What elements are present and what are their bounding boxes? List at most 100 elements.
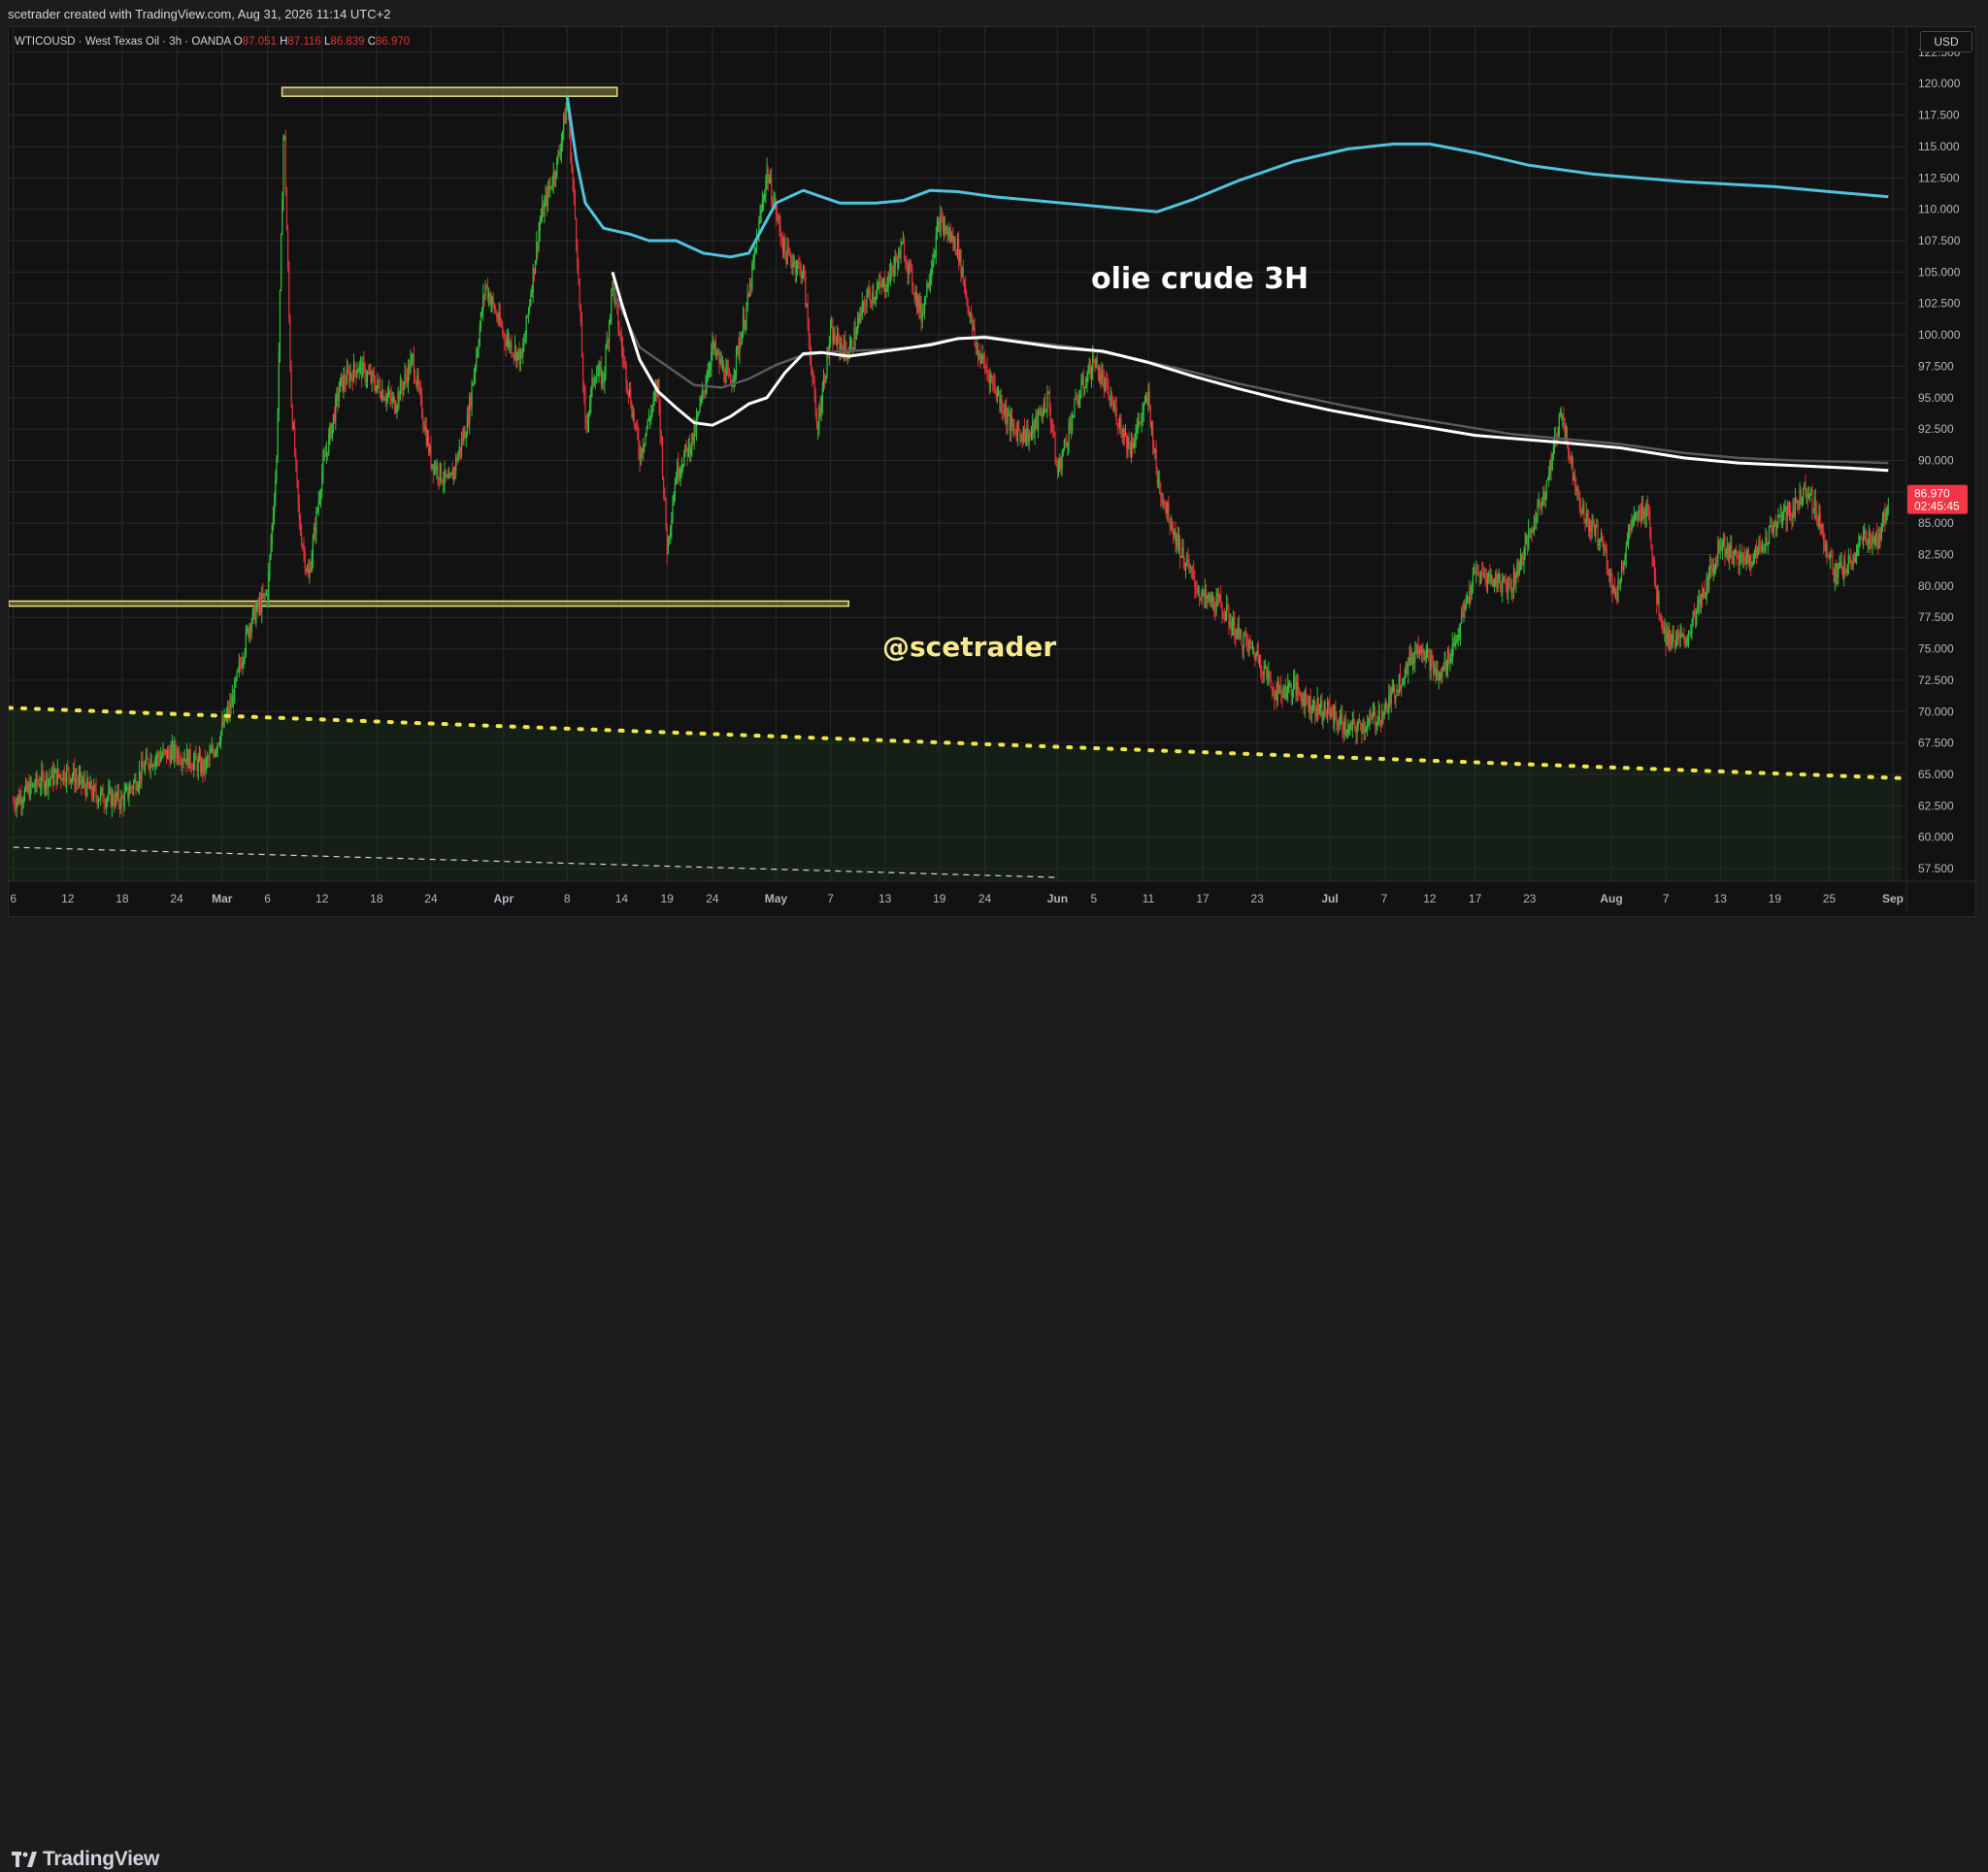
candle-body-up (1463, 605, 1465, 617)
candle-body-up (928, 282, 930, 288)
candle-body-down (785, 252, 787, 264)
candle-body-down (432, 464, 434, 474)
candle-body-up (1626, 539, 1628, 546)
candle-body-up (745, 321, 746, 330)
candle-body-up (478, 344, 480, 351)
candle-body-up (894, 256, 896, 266)
tradingview-logo[interactable]: TradingView (12, 1848, 159, 1871)
candle-body-down (788, 252, 791, 254)
candle-body-down (537, 242, 539, 248)
candle-body-down (1175, 529, 1176, 545)
candle-body-up (716, 353, 718, 355)
candle-body-down (660, 435, 662, 442)
candle-body-down (668, 536, 671, 538)
candle-body-up (1443, 661, 1445, 671)
candle-body-up (1713, 567, 1715, 569)
candle-body-down (1270, 678, 1272, 688)
candle-body-up (1289, 683, 1291, 685)
candle-body-down (603, 373, 605, 383)
candle-body-up (1749, 555, 1751, 562)
candle-body-down (266, 592, 269, 600)
candle-body-down (1647, 509, 1650, 512)
candle-body-up (144, 763, 146, 772)
candle-body-down (600, 366, 602, 385)
candle-body-up (272, 513, 275, 526)
candle-body-up (1582, 505, 1584, 514)
candle-body-down (1618, 580, 1620, 584)
candle-body-down (330, 425, 332, 438)
candle-body-down (727, 369, 729, 374)
candle-body-down (178, 750, 180, 762)
y-tick-label: 120.000 (1918, 77, 1961, 90)
candle-body-down (1603, 540, 1605, 548)
y-tick-label: 112.500 (1918, 171, 1960, 184)
candle-body-up (748, 282, 751, 297)
candle-body-up (126, 786, 128, 789)
candle-body-down (1508, 582, 1510, 584)
candle-body-up (552, 171, 554, 185)
candle-body-down (993, 382, 995, 384)
price-chart[interactable]: 57.50060.00062.50065.00067.50070.00072.5… (9, 27, 1975, 916)
x-tick-label: 19 (1769, 892, 1782, 905)
candle-body-down (42, 771, 44, 775)
candle-body-up (1275, 691, 1276, 701)
candle-body-up (137, 784, 139, 789)
candle-body-down (832, 326, 834, 345)
candle-body-up (1807, 494, 1810, 499)
candle-body-down (1152, 422, 1154, 448)
candle-body-up (683, 454, 685, 467)
candle-body-down (440, 463, 443, 481)
candle-body-up (1439, 673, 1441, 679)
candle-body-down (907, 264, 909, 275)
candle-body-up (1347, 726, 1349, 733)
candle-body-down (1828, 555, 1831, 559)
candle-body-down (1474, 573, 1476, 575)
candle-body-up (908, 262, 910, 275)
candle-body-up (449, 475, 451, 476)
candle-body-up (274, 501, 276, 514)
candle-body-up (1873, 538, 1875, 543)
candle-body-up (1012, 424, 1014, 426)
candle-body-down (1193, 570, 1195, 579)
candle-body-up (1330, 709, 1332, 717)
candle-body-up (1857, 546, 1859, 556)
candle-body-down (1290, 683, 1292, 696)
candle-body-down (1064, 440, 1067, 443)
candle-body-up (444, 469, 446, 482)
x-tick-label: 18 (116, 892, 129, 905)
candle-body-up (671, 519, 673, 528)
candle-body-down (634, 423, 637, 425)
candle-body-up (174, 743, 176, 759)
candle-body-up (50, 769, 53, 778)
x-tick-label: 12 (61, 892, 75, 905)
candle-body-up (849, 339, 852, 346)
candle-body-up (1436, 670, 1438, 676)
candle-body-down (1415, 650, 1417, 654)
candle-body-up (690, 447, 692, 455)
candle-body-up (192, 760, 195, 770)
candle-body-down (1851, 565, 1853, 567)
candle-body-up (62, 771, 64, 781)
chart-frame[interactable]: 57.500 60.000 62.500 65.000 67.500 70.000 72.5… (8, 26, 1976, 917)
candle-body-up (1617, 580, 1619, 602)
candle-body-up (1703, 588, 1705, 599)
candle-body-down (920, 302, 922, 323)
candle-body-down (437, 465, 439, 478)
candle-body-up (695, 418, 698, 433)
candle-body-up (352, 362, 355, 382)
currency-button[interactable]: USD (1920, 31, 1972, 52)
candle-body-down (1146, 397, 1148, 404)
candle-body-down (1470, 591, 1472, 595)
candle-body-down (393, 397, 396, 413)
candle-body-down (390, 396, 392, 402)
candle-body-up (759, 213, 761, 222)
candle-body-up (708, 369, 711, 373)
candle-body-up (1398, 673, 1400, 693)
candle-body-down (485, 284, 487, 286)
candle-body-up (185, 750, 188, 765)
candle-body-down (1563, 416, 1565, 426)
candle-body-down (1048, 391, 1050, 409)
legend-part: H (280, 36, 287, 48)
candle-body-up (739, 342, 741, 354)
candle-body-down (1597, 524, 1599, 546)
